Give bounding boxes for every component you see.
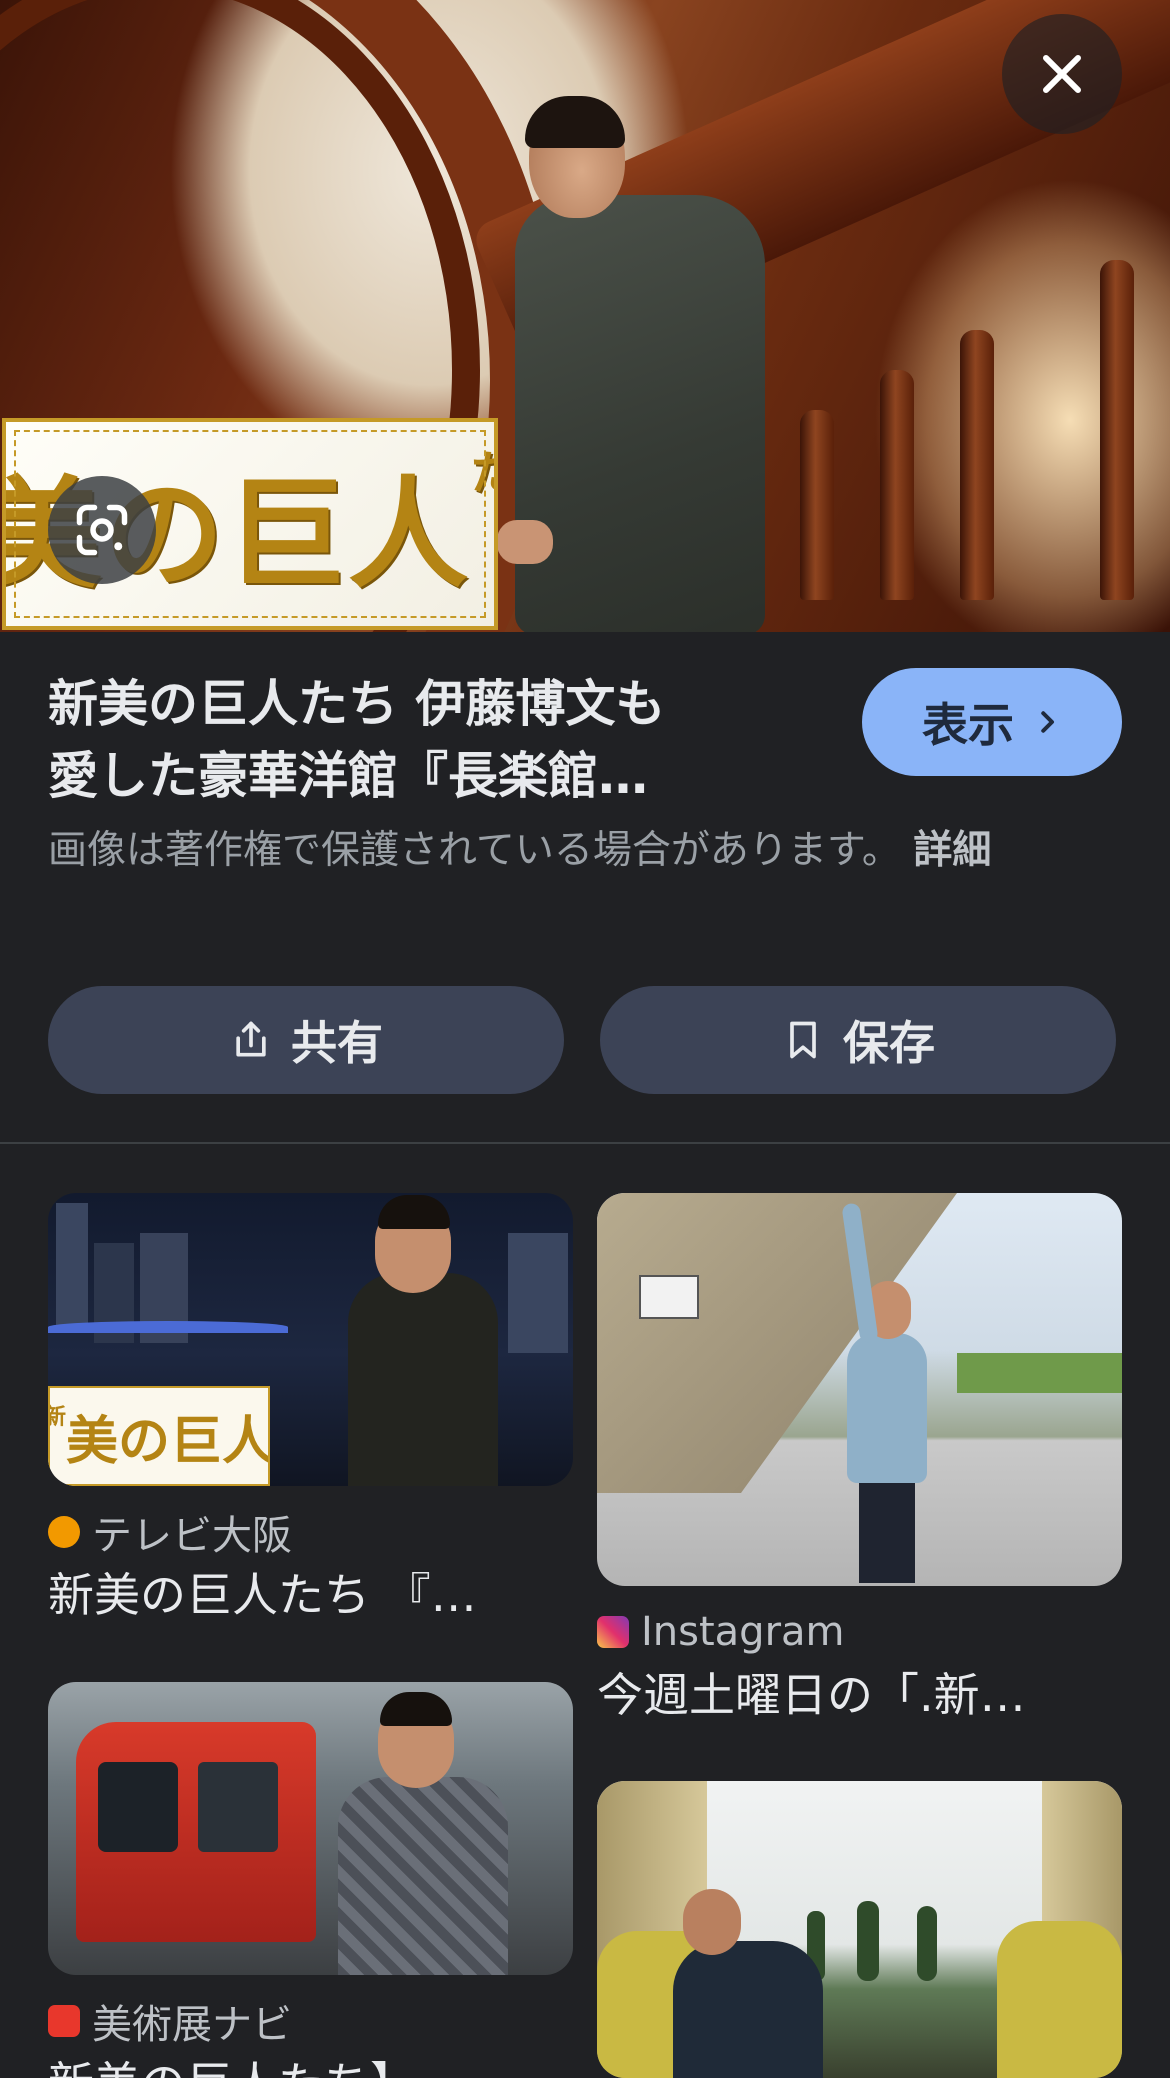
related-result-card[interactable] <box>597 1781 1122 2078</box>
building-silhouette <box>56 1203 88 1333</box>
result-title[interactable]: 新美の巨人たち 『… <box>48 1564 573 1626</box>
sign-board <box>639 1275 699 1319</box>
copyright-notice: 画像は著作権で保護されている場合があります。 詳細 <box>48 822 1128 880</box>
share-icon <box>236 1021 266 1057</box>
result-thumbnail[interactable] <box>597 1781 1122 2078</box>
person-jacket <box>847 1333 927 1483</box>
image-title-line2: 愛した豪華洋館『長楽館… <box>48 747 648 805</box>
person-coat <box>348 1273 498 1486</box>
person-hand <box>497 520 553 564</box>
details-link[interactable]: 詳細 <box>913 828 991 873</box>
person-hair <box>525 96 625 148</box>
related-result-card[interactable]: Instagram 今週土曜日の「.新… <box>597 1193 1122 1726</box>
view-button[interactable]: 表示 <box>862 668 1122 776</box>
related-result-card[interactable]: 美術展ナビ 新美の巨人たち】 <box>48 1682 573 2078</box>
result-title[interactable]: 新美の巨人たち】 <box>48 2053 573 2078</box>
result-source: テレビ大阪 <box>48 1504 573 1560</box>
baluster <box>880 370 914 600</box>
image-title[interactable]: 新美の巨人たち 伊藤博文も 愛した豪華洋館『長楽館… <box>48 668 808 812</box>
section-divider <box>0 1142 1170 1144</box>
bookmark-icon <box>790 1021 816 1059</box>
copyright-text: 画像は著作権で保護されている場合があります。 <box>48 828 901 873</box>
main-image[interactable]: 新美の巨人たち <box>0 0 1170 632</box>
person-hair <box>378 1195 450 1229</box>
close-icon <box>1043 55 1081 93</box>
result-thumbnail[interactable]: 新美の巨人 <box>48 1193 573 1486</box>
result-thumbnail[interactable] <box>48 1682 573 1975</box>
tree <box>917 1906 937 1981</box>
google-lens-button[interactable] <box>48 476 156 584</box>
program-logo: 新美の巨人 <box>48 1386 270 1486</box>
trees <box>957 1353 1122 1393</box>
chevron-right-icon <box>1041 711 1054 733</box>
result-source-name: テレビ大阪 <box>92 1513 292 1559</box>
image-viewer-page: 新美の巨人たち 新美の巨人たち 伊藤博文も 愛した豪華洋館『長楽館… 表示 <box>0 0 1170 2078</box>
train-window <box>98 1762 178 1852</box>
baluster <box>800 410 834 600</box>
save-button[interactable]: 保存 <box>600 986 1116 1094</box>
person-sweater <box>673 1941 823 2078</box>
person-coat <box>338 1777 508 1975</box>
bridge <box>48 1321 288 1333</box>
person-coat <box>515 195 765 632</box>
related-result-card[interactable]: 新美の巨人 テレビ大阪 新美の巨人たち 『… <box>48 1193 573 1626</box>
google-lens-icon <box>76 504 128 556</box>
view-button-label: 表示 <box>922 698 1014 752</box>
person-pants <box>859 1483 915 1583</box>
result-source-name: 美術展ナビ <box>92 2002 292 2048</box>
result-source: Instagram <box>597 1604 1122 1660</box>
baluster <box>1100 260 1134 600</box>
building-silhouette <box>508 1233 568 1353</box>
tv-osaka-favicon-icon <box>48 1516 80 1548</box>
baluster <box>960 330 994 600</box>
close-button[interactable] <box>1002 14 1122 134</box>
share-button[interactable]: 共有 <box>48 986 564 1094</box>
result-title[interactable]: 今週土曜日の「.新… <box>597 1664 1122 1726</box>
train-window <box>198 1762 278 1852</box>
result-source: 美術展ナビ <box>48 1993 573 2049</box>
result-thumbnail[interactable] <box>597 1193 1122 1586</box>
armchair <box>997 1921 1122 2078</box>
image-title-line1: 新美の巨人たち 伊藤博文も <box>48 675 666 733</box>
share-label: 共有 <box>291 1016 383 1070</box>
person-figure <box>497 96 765 632</box>
instagram-favicon-icon <box>597 1616 629 1648</box>
tree <box>857 1901 879 1981</box>
person-head <box>683 1889 741 1955</box>
bijutsuten-navi-favicon-icon <box>48 2005 80 2037</box>
result-source-name: Instagram <box>641 1609 845 1655</box>
save-label: 保存 <box>843 1016 935 1070</box>
person-hair <box>380 1692 452 1726</box>
